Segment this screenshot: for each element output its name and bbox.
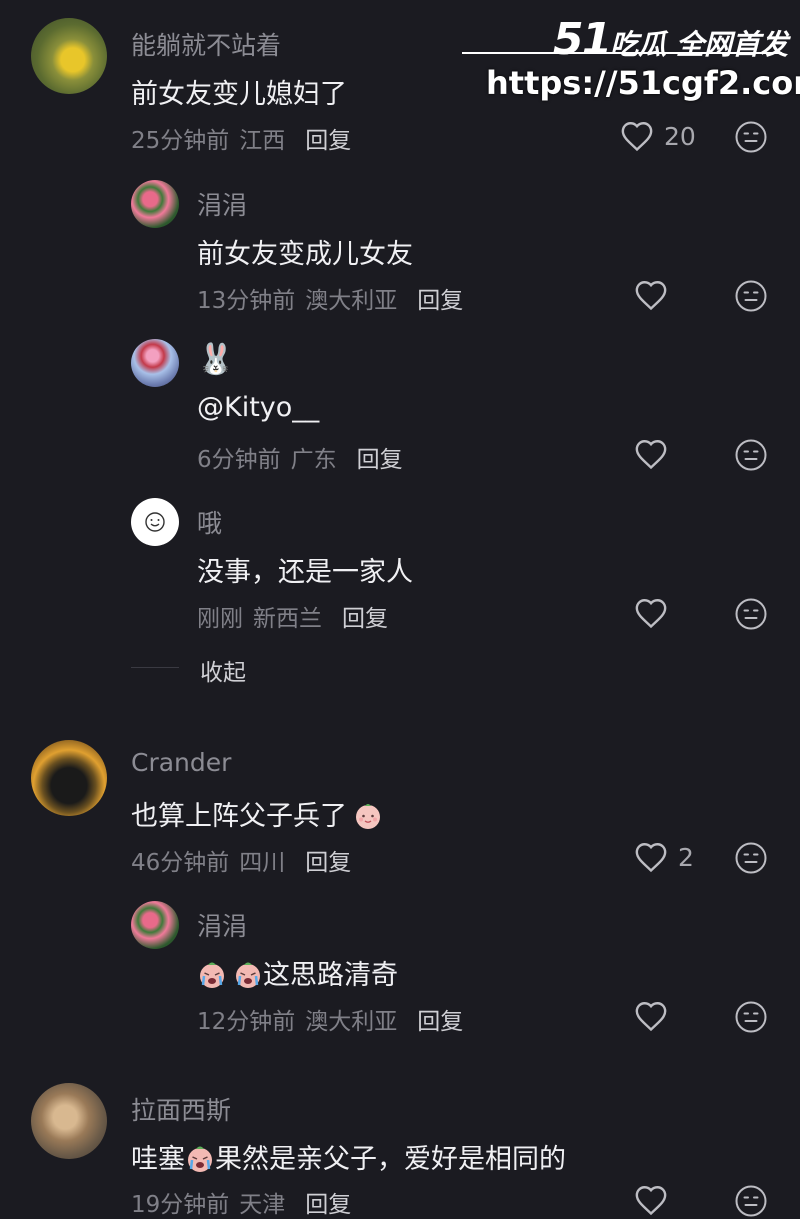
- avatar[interactable]: [131, 901, 179, 949]
- reply-meta: 13分钟前 澳大利亚 回复: [197, 281, 463, 315]
- reply-author[interactable]: 🐰: [197, 342, 234, 377]
- reply-time: 6分钟前: [197, 447, 281, 473]
- comment-location: 天津: [239, 1192, 286, 1218]
- comment-text: 哇塞 果然是亲父子，爱好是相同的: [131, 1137, 566, 1176]
- heart-icon: [634, 841, 668, 873]
- reply-text[interactable]: @Kityo__: [197, 392, 319, 423]
- crying-face-emoji-icon: [185, 1143, 215, 1173]
- comment-text-after: 果然是亲父子，爱好是相同的: [215, 1144, 566, 1175]
- peach-face-emoji-icon: [353, 800, 383, 830]
- watermark-logo: 51吃瓜 全网首发: [553, 14, 788, 65]
- comment-text-body: 也算上阵父子兵了: [131, 801, 347, 832]
- reply-button[interactable]: 回复: [417, 1009, 463, 1035]
- heart-icon: [634, 1184, 668, 1216]
- watermark-divider: [462, 52, 782, 54]
- reply-meta: 12分钟前 澳大利亚 回复: [197, 1002, 463, 1036]
- crying-face-emoji-icon: [233, 959, 263, 989]
- like-count: 2: [678, 842, 694, 872]
- dislike-icon[interactable]: [734, 120, 768, 154]
- reply-location: 澳大利亚: [305, 288, 398, 314]
- avatar[interactable]: [31, 18, 107, 94]
- comment-text-before: 哇塞: [131, 1144, 185, 1175]
- reply-button[interactable]: 回复: [357, 447, 403, 473]
- comment-time: 25分钟前: [131, 128, 230, 154]
- reply-button[interactable]: 回复: [417, 288, 463, 314]
- heart-icon: [620, 120, 654, 152]
- avatar[interactable]: [31, 740, 107, 816]
- comment-meta: 25分钟前 江西 回复: [131, 121, 351, 155]
- reply-author[interactable]: 哦: [197, 504, 222, 540]
- heart-icon: [634, 438, 668, 470]
- avatar[interactable]: [131, 498, 179, 546]
- comment-time: 19分钟前: [131, 1192, 230, 1218]
- crying-face-emoji-icon: [197, 959, 227, 989]
- collapse-replies-button[interactable]: 收起: [200, 653, 246, 687]
- reply-text-body: 这思路清奇: [263, 960, 398, 991]
- smiley-avatar-icon: [145, 512, 165, 532]
- reply-button[interactable]: 回复: [305, 128, 351, 154]
- comment-author[interactable]: 拉面西斯: [131, 1091, 231, 1127]
- comment-text: 也算上阵父子兵了: [131, 794, 383, 833]
- reply-location: 新西兰: [253, 606, 322, 632]
- avatar[interactable]: [131, 180, 179, 228]
- like-button[interactable]: [634, 1184, 668, 1216]
- watermark-brand-text: 吃瓜 全网首发: [610, 28, 788, 61]
- avatar[interactable]: [131, 339, 179, 387]
- reply-time: 12分钟前: [197, 1009, 296, 1035]
- reply-button[interactable]: 回复: [342, 606, 388, 632]
- like-button[interactable]: [634, 438, 668, 470]
- heart-icon: [634, 597, 668, 629]
- comment-author[interactable]: 能躺就不站着: [131, 26, 281, 62]
- dislike-icon[interactable]: [734, 841, 768, 875]
- avatar[interactable]: [31, 1083, 107, 1159]
- collapse-divider: [131, 667, 179, 668]
- reply-text: 前女友变成儿女友: [197, 239, 413, 270]
- like-button[interactable]: [634, 597, 668, 629]
- comment-time: 46分钟前: [131, 850, 230, 876]
- reply-location: 广东: [290, 447, 337, 473]
- like-button[interactable]: 2: [634, 841, 694, 873]
- reply-meta: 刚刚 新西兰 回复: [197, 599, 388, 633]
- comment-meta: 46分钟前 四川 回复: [131, 843, 351, 877]
- dislike-icon[interactable]: [734, 1184, 768, 1218]
- watermark-url: https://51cgf2.com: [486, 64, 800, 102]
- reply-author[interactable]: 涓涓: [197, 186, 247, 222]
- reply-location: 澳大利亚: [305, 1009, 398, 1035]
- reply-button[interactable]: 回复: [305, 850, 351, 876]
- dislike-icon[interactable]: [734, 438, 768, 472]
- comment-meta: 19分钟前 天津 回复: [131, 1185, 351, 1219]
- reply-author[interactable]: 涓涓: [197, 907, 247, 943]
- like-button[interactable]: [634, 1000, 668, 1032]
- reply-button[interactable]: 回复: [305, 1192, 351, 1218]
- dislike-icon[interactable]: [734, 1000, 768, 1034]
- like-button[interactable]: [634, 279, 668, 311]
- dislike-icon[interactable]: [734, 597, 768, 631]
- reply-text: 这思路清奇: [197, 953, 398, 992]
- reply-meta: 6分钟前 广东 回复: [197, 440, 403, 474]
- comment-text: 前女友变儿媳妇了: [131, 79, 347, 110]
- like-count: 20: [664, 121, 696, 151]
- reply-time: 13分钟前: [197, 288, 296, 314]
- reply-text: 没事，还是一家人: [197, 557, 413, 588]
- reply-time: 刚刚: [197, 606, 243, 632]
- dislike-icon[interactable]: [734, 279, 768, 313]
- comment-author[interactable]: Crander: [131, 748, 231, 777]
- comment-location: 四川: [239, 850, 286, 876]
- watermark-brand-number: 51: [553, 14, 612, 65]
- comment-location: 江西: [239, 128, 286, 154]
- like-button[interactable]: 20: [620, 120, 696, 152]
- heart-icon: [634, 1000, 668, 1032]
- heart-icon: [634, 279, 668, 311]
